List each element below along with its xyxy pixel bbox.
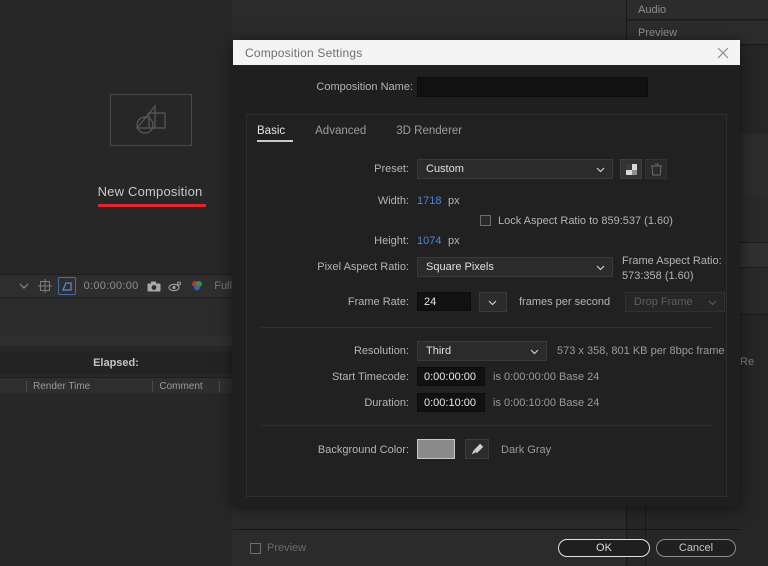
- trash-icon[interactable]: [645, 159, 667, 179]
- resolution-select[interactable]: Third: [417, 341, 547, 361]
- lock-aspect-row: Lock Aspect Ratio to 859:537 (1.60): [247, 211, 728, 233]
- frame-aspect-ratio-value: 573:358 (1.60): [622, 270, 694, 282]
- render-elapsed-bar: Elapsed:: [0, 352, 232, 374]
- pixel-aspect-ratio-label: Pixel Aspect Ratio:: [317, 261, 409, 273]
- column-spacer: [219, 380, 232, 392]
- panel-divider-1: [261, 327, 713, 328]
- settings-panel: Basic Advanced 3D Renderer Preset: Custo…: [246, 114, 727, 497]
- composition-name-input[interactable]: [417, 77, 648, 97]
- width-value[interactable]: 1718: [417, 195, 441, 207]
- footer-divider: [233, 529, 740, 530]
- tab-advanced[interactable]: Advanced: [301, 125, 382, 142]
- height-row: Height: 1074 px: [247, 231, 728, 253]
- duration-input[interactable]: 0:00:10:00: [417, 393, 485, 412]
- preset-row: Preset: Custom: [247, 159, 728, 181]
- frame-rate-dropdown[interactable]: [479, 292, 507, 312]
- ok-button[interactable]: OK: [558, 539, 650, 557]
- chevron-down-icon: [488, 297, 497, 309]
- viewer-toolbar: 0:00:00:00 Full: [0, 274, 232, 298]
- background-color-swatch[interactable]: [417, 439, 455, 459]
- chevron-down-icon: [530, 346, 539, 358]
- new-composition-block[interactable]: New Composition: [60, 80, 240, 220]
- frame-rate-unit: frames per second: [519, 296, 611, 308]
- height-value[interactable]: 1074: [417, 235, 441, 247]
- width-unit: px: [448, 195, 460, 207]
- pixel-aspect-ratio-select[interactable]: Square Pixels: [417, 257, 613, 277]
- resolution-row: Resolution: Third 573 x 358, 801 KB per …: [247, 341, 728, 363]
- settings-tabs: Basic Advanced 3D Renderer: [257, 125, 478, 147]
- chevron-down-icon: [596, 164, 605, 176]
- chevron-down-icon: [596, 262, 605, 274]
- background-color-label: Background Color:: [317, 444, 409, 456]
- column-comment: Comment: [152, 380, 219, 392]
- panel-edge-label: Re: [740, 356, 755, 368]
- chevron-down-icon: [708, 297, 717, 309]
- close-icon[interactable]: [714, 44, 732, 62]
- composition-name-row: Composition Name:: [233, 77, 740, 99]
- elapsed-label: Elapsed:: [93, 357, 139, 369]
- resolution-info: 573 x 358, 801 KB per 8bpc frame: [557, 345, 725, 357]
- drop-frame-select: Drop Frame: [625, 292, 725, 312]
- red-underline-annotation: [98, 204, 206, 207]
- tab-3d-renderer[interactable]: 3D Renderer: [382, 125, 478, 142]
- lock-aspect-label: Lock Aspect Ratio to 859:537 (1.60): [498, 215, 673, 227]
- panel-tab-preview-label: Preview: [638, 26, 678, 39]
- pixel-aspect-ratio-row: Pixel Aspect Ratio: Square Pixels Frame …: [247, 255, 728, 282]
- dialog-titlebar: Composition Settings: [233, 40, 740, 65]
- timeline-row: [0, 336, 232, 346]
- viewer-timecode[interactable]: 0:00:00:00: [82, 280, 141, 292]
- save-preset-icon[interactable]: [620, 159, 642, 179]
- lock-aspect-checkbox[interactable]: [480, 215, 491, 226]
- start-timecode-label: Start Timecode:: [331, 371, 409, 383]
- cancel-button[interactable]: Cancel: [656, 539, 736, 557]
- composition-settings-dialog: Composition Settings Composition Name: B…: [233, 40, 740, 557]
- preset-select[interactable]: Custom: [417, 159, 613, 179]
- drop-frame-value: Drop Frame: [634, 296, 693, 308]
- resolution-label: Resolution:: [353, 345, 409, 357]
- dialog-body: Composition Name: Basic Advanced 3D Rend…: [233, 65, 740, 557]
- duration-label: Duration:: [364, 397, 409, 409]
- viewer-quality-label[interactable]: Full: [214, 280, 232, 292]
- background-color-name: Dark Gray: [501, 444, 552, 456]
- show-snapshot-icon[interactable]: [168, 278, 183, 294]
- background-color-row: Background Color: Dark Gray: [247, 439, 728, 462]
- frame-rate-input[interactable]: 24: [417, 292, 471, 311]
- channels-icon[interactable]: [189, 278, 204, 294]
- tab-basic[interactable]: Basic: [257, 125, 301, 142]
- start-timecode-info: is 0:00:00:00 Base 24: [493, 371, 600, 383]
- composition-shapes-icon: [110, 94, 192, 146]
- resolution-value: Third: [426, 345, 452, 357]
- panel-divider-2: [261, 425, 713, 426]
- render-queue-body: [0, 393, 232, 566]
- duration-row: Duration: 0:00:10:00 is 0:00:10:00 Base …: [247, 393, 728, 415]
- height-unit: px: [448, 235, 460, 247]
- preset-label: Preset:: [374, 163, 409, 175]
- start-timecode-input[interactable]: 0:00:00:00: [417, 367, 485, 386]
- chevron-down-icon[interactable]: [16, 278, 31, 294]
- region-of-interest-icon[interactable]: [37, 278, 52, 294]
- width-row: Width: 1718 px: [247, 191, 728, 213]
- frame-rate-label: Frame Rate:: [347, 296, 409, 308]
- panel-tab-audio-label: Audio: [638, 3, 667, 16]
- preview-checkbox[interactable]: [250, 543, 261, 554]
- transparency-grid-icon[interactable]: [58, 277, 76, 295]
- pixel-aspect-ratio-value: Square Pixels: [426, 261, 494, 273]
- width-label: Width:: [377, 195, 409, 207]
- new-composition-label: New Composition: [97, 184, 203, 199]
- preset-value: Custom: [426, 163, 464, 175]
- eyedropper-icon[interactable]: [465, 439, 489, 459]
- composition-name-label: Composition Name:: [316, 81, 413, 93]
- height-label: Height:: [374, 235, 409, 247]
- snapshot-camera-icon[interactable]: [147, 278, 162, 294]
- frame-aspect-ratio-label: Frame Aspect Ratio:: [622, 255, 722, 267]
- start-timecode-row: Start Timecode: 0:00:00:00 is 0:00:00:00…: [247, 367, 728, 389]
- panel-tab-audio[interactable]: Audio: [626, 0, 768, 20]
- duration-info: is 0:00:10:00 Base 24: [493, 397, 600, 409]
- dialog-title: Composition Settings: [245, 45, 363, 60]
- column-render-time: Render Time: [26, 380, 152, 392]
- frame-rate-row: Frame Rate: 24 frames per second Drop Fr…: [247, 292, 728, 314]
- preview-label: Preview: [267, 542, 307, 554]
